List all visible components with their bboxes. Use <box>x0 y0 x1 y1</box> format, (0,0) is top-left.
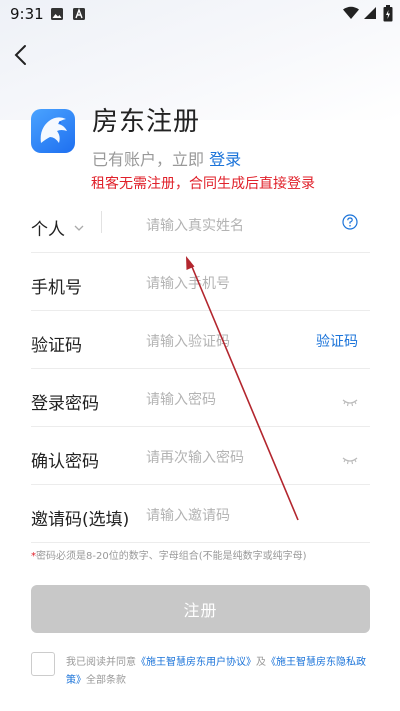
question-circle-icon <box>342 214 358 230</box>
invite-code-row: 邀请码(选填) 请输入邀请码 <box>31 485 370 543</box>
identity-type-value: 个人 <box>31 220 65 240</box>
password-input[interactable]: 请输入密码 <box>146 389 216 409</box>
agreement-and: 及 <box>256 657 266 668</box>
confirm-password-label: 确认密码 <box>31 452 99 472</box>
eagle-logo-icon <box>40 117 67 143</box>
signal-icon <box>363 6 377 24</box>
user-agreement-link[interactable]: 《施王智慧房东用户协议》 <box>136 657 256 668</box>
chevron-down-icon <box>74 225 84 231</box>
phone-row: 手机号 请输入手机号 <box>31 253 370 311</box>
eye-closed-icon <box>342 457 358 465</box>
code-row: 验证码 请输入验证码 验证码 <box>31 311 370 369</box>
agreement-checkbox[interactable] <box>31 652 55 676</box>
code-label: 验证码 <box>31 336 82 356</box>
help-button[interactable] <box>342 214 358 234</box>
password-label: 登录密码 <box>31 394 99 414</box>
app-notification-icon <box>72 7 86 25</box>
chevron-left-icon <box>14 45 26 65</box>
password-row: 登录密码 请输入密码 <box>31 369 370 427</box>
password-visibility-toggle[interactable] <box>342 393 358 412</box>
invite-code-input[interactable]: 请输入邀请码 <box>146 505 230 525</box>
wifi-icon <box>342 6 360 24</box>
eye-closed-icon <box>342 399 358 407</box>
name-row: 个人 请输入真实姓名 <box>31 195 370 253</box>
confirm-visibility-toggle[interactable] <box>342 451 358 470</box>
agreement-text: 我已阅读并同意《施王智慧房东用户协议》及《施王智慧房东隐私政策》全部条款 <box>66 654 376 690</box>
identity-type-select[interactable]: 个人 <box>31 215 85 240</box>
status-bar: 9:31 <box>0 0 400 28</box>
code-input[interactable]: 请输入验证码 <box>146 331 230 351</box>
password-hint: *密码必须是8-20位的数字、字母组合(不能是纯数字或纯字母) <box>31 547 307 562</box>
confirm-password-row: 确认密码 请再次输入密码 <box>31 427 370 485</box>
name-input[interactable]: 请输入真实姓名 <box>146 215 244 235</box>
app-logo <box>31 109 75 153</box>
register-button[interactable]: 注册 <box>31 585 370 633</box>
battery-icon <box>383 5 393 26</box>
invite-code-label: 邀请码(选填) <box>31 510 130 530</box>
phone-label: 手机号 <box>31 278 82 298</box>
image-icon <box>50 7 64 25</box>
vertical-divider <box>101 211 102 233</box>
password-hint-text: 密码必须是8-20位的数字、字母组合(不能是纯数字或纯字母) <box>36 551 307 562</box>
login-link[interactable]: 登录 <box>209 150 241 169</box>
has-account-line: 已有账户，立即 登录 <box>92 146 241 170</box>
agreement-suffix: 全部条款 <box>86 675 126 686</box>
phone-input[interactable]: 请输入手机号 <box>146 273 230 293</box>
get-code-button[interactable]: 验证码 <box>316 331 358 351</box>
page-title: 房东注册 <box>92 107 201 137</box>
agreement-prefix: 我已阅读并同意 <box>66 657 136 668</box>
tenant-note: 租客无需注册，合同生成后直接登录 <box>91 176 315 192</box>
confirm-password-input[interactable]: 请再次输入密码 <box>146 447 244 467</box>
status-time: 9:31 <box>10 5 44 23</box>
has-account-text: 已有账户，立即 <box>92 150 205 169</box>
back-button[interactable] <box>8 42 34 68</box>
